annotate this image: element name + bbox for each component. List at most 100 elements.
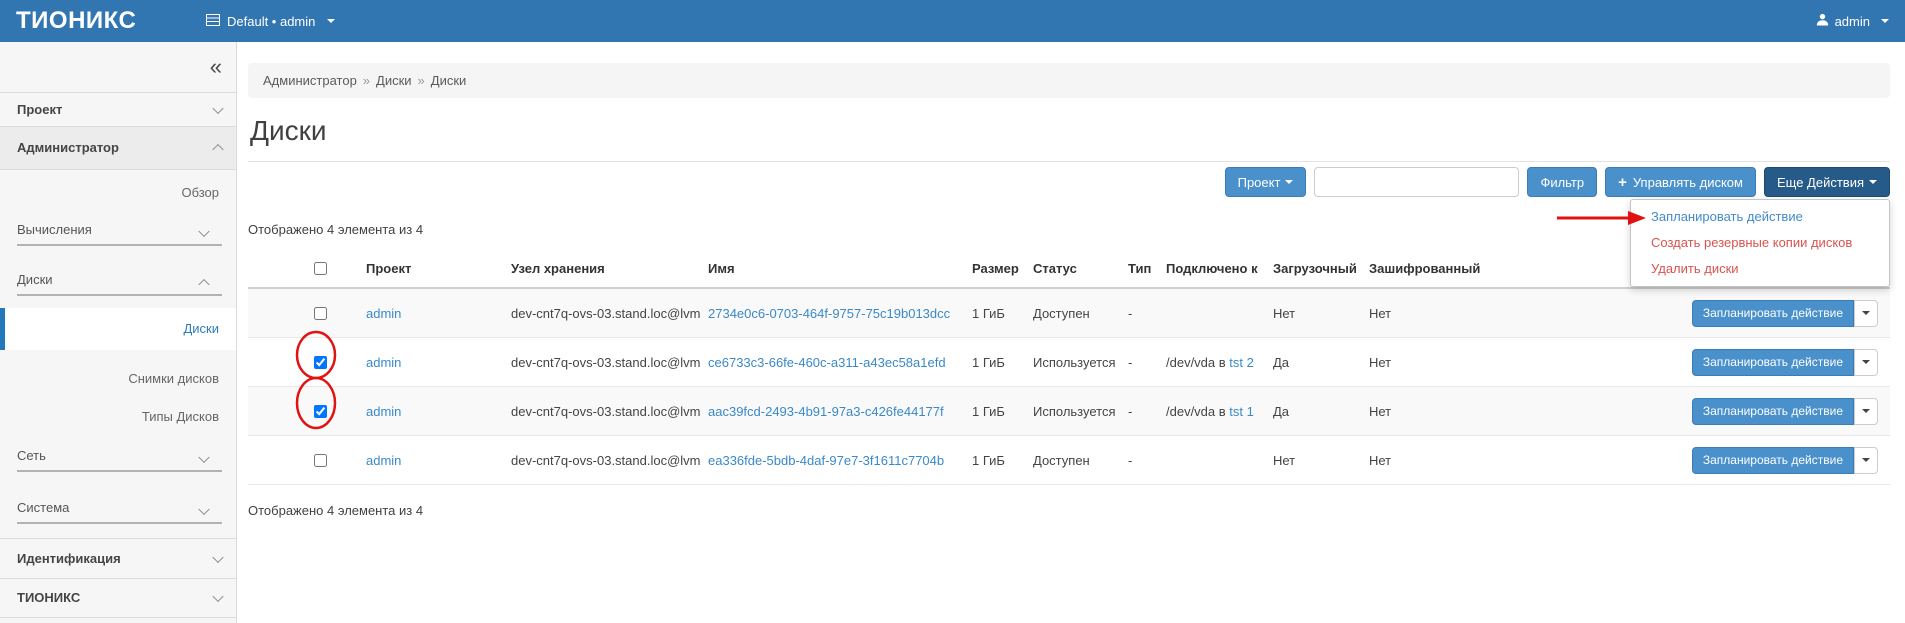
project-link[interactable]: admin bbox=[366, 355, 401, 370]
sidebar-group-compute[interactable]: Вычисления bbox=[17, 222, 222, 246]
page-title: Диски bbox=[250, 112, 1890, 150]
table-row: admin dev-cnt7q-ovs-03.stand.loc@lvm#lvm… bbox=[248, 387, 1890, 436]
search-input[interactable] bbox=[1314, 167, 1519, 197]
chevron-down-icon bbox=[1285, 180, 1293, 184]
table-row: admin dev-cnt7q-ovs-03.stand.loc@lvm#lvm… bbox=[248, 288, 1890, 338]
project-filter-button[interactable]: Проект bbox=[1225, 167, 1307, 197]
page-title-divider bbox=[248, 161, 1890, 162]
sidebar-section-admin[interactable]: Администратор bbox=[0, 127, 236, 170]
breadcrumb-separator: » bbox=[363, 73, 370, 88]
chevron-down-icon bbox=[327, 19, 335, 23]
volume-name-link[interactable]: 2734e0c6-0703-464f-9757-75c19b013dcc bbox=[708, 306, 950, 321]
attached-cell bbox=[1158, 288, 1265, 338]
sidebar-group-network[interactable]: Сеть bbox=[17, 448, 222, 472]
filter-button[interactable]: Фильтр bbox=[1527, 167, 1597, 197]
sidebar-item-volume-types[interactable]: Типы Дисков bbox=[0, 404, 236, 430]
col-header-encrypted: Зашифрованный bbox=[1361, 250, 1491, 288]
schedule-action-button[interactable]: Запланировать действие bbox=[1692, 300, 1854, 327]
chevron-up-icon bbox=[198, 279, 209, 290]
schedule-action-button[interactable]: Запланировать действие bbox=[1692, 398, 1854, 425]
chevron-down-icon bbox=[1862, 458, 1870, 462]
bootable-cell: Нет bbox=[1265, 436, 1361, 485]
sidebar-section-identity[interactable]: Идентификация bbox=[0, 538, 236, 579]
sidebar-item-volume-snapshots[interactable]: Снимки дисков bbox=[0, 366, 236, 392]
bootable-cell: Да bbox=[1265, 338, 1361, 387]
menu-item-delete-volumes[interactable]: Удалить диски bbox=[1631, 256, 1889, 282]
encrypted-cell: Нет bbox=[1361, 288, 1491, 338]
status-cell: Доступен bbox=[1025, 288, 1120, 338]
host-cell: dev-cnt7q-ovs-03.stand.loc@lvm#lvm bbox=[503, 288, 700, 338]
col-header-status: Статус bbox=[1025, 250, 1120, 288]
chevron-down-icon bbox=[198, 504, 209, 515]
sidebar-item-overview[interactable]: Обзор bbox=[0, 178, 236, 208]
sidebar-item-volumes[interactable]: Диски bbox=[0, 308, 236, 350]
row-actions-dropdown-button[interactable] bbox=[1854, 447, 1878, 474]
volume-name-link[interactable]: aac39fcd-2493-4b91-97a3-c426fe44177f bbox=[708, 404, 944, 419]
row-checkbox[interactable] bbox=[314, 405, 327, 418]
row-actions-dropdown-button[interactable] bbox=[1854, 349, 1878, 376]
sidebar-section-project[interactable]: Проект bbox=[0, 93, 236, 127]
menu-item-create-backups[interactable]: Создать резервные копии дисков bbox=[1631, 230, 1889, 256]
schedule-action-button[interactable]: Запланировать действие bbox=[1692, 447, 1854, 474]
volume-name-link[interactable]: ce6733c3-66fe-460c-a311-a43ec58a1efd bbox=[708, 355, 946, 370]
chevron-down-icon bbox=[212, 551, 223, 562]
sidebar-collapse-row: « bbox=[0, 42, 236, 93]
chevron-down-icon bbox=[1862, 360, 1870, 364]
col-header-size: Размер bbox=[964, 250, 1025, 288]
project-link[interactable]: admin bbox=[366, 404, 401, 419]
size-cell: 1 ГиБ bbox=[964, 436, 1025, 485]
row-actions-dropdown-button[interactable] bbox=[1854, 398, 1878, 425]
instance-link[interactable]: tst 1 bbox=[1229, 404, 1254, 419]
attached-cell: /dev/vda в tst 2 bbox=[1158, 338, 1265, 387]
status-cell: Используется bbox=[1025, 387, 1120, 436]
main-content: Администратор » Диски » Диски Диски Проект Ф… bbox=[238, 42, 1905, 623]
context-switcher[interactable]: Default • admin bbox=[206, 14, 335, 29]
type-cell: - bbox=[1120, 288, 1158, 338]
encrypted-cell: Нет bbox=[1361, 338, 1491, 387]
chevron-down-icon bbox=[212, 591, 223, 602]
chevron-down-icon bbox=[1869, 180, 1877, 184]
project-link[interactable]: admin bbox=[366, 306, 401, 321]
attached-cell: /dev/vda в tst 1 bbox=[1158, 387, 1265, 436]
manage-volume-button[interactable]: + Управлять диском bbox=[1605, 167, 1756, 197]
user-menu-label: admin bbox=[1835, 14, 1870, 29]
chevron-down-icon bbox=[1881, 19, 1889, 23]
size-cell: 1 ГиБ bbox=[964, 288, 1025, 338]
table-row: admin dev-cnt7q-ovs-03.stand.loc@lvm#lvm… bbox=[248, 338, 1890, 387]
menu-item-schedule-action[interactable]: Запланировать действие bbox=[1631, 204, 1889, 230]
user-icon bbox=[1816, 13, 1829, 29]
type-cell: - bbox=[1120, 338, 1158, 387]
user-menu[interactable]: admin bbox=[1816, 13, 1905, 29]
chevron-up-icon bbox=[212, 144, 223, 155]
breadcrumb-item-admin[interactable]: Администратор bbox=[263, 73, 357, 88]
schedule-action-button[interactable]: Запланировать действие bbox=[1692, 349, 1854, 376]
tionix-logo[interactable]: ТИОНИКС bbox=[0, 7, 206, 35]
more-actions-button[interactable]: Еще Действия bbox=[1764, 167, 1890, 197]
project-link[interactable]: admin bbox=[366, 453, 401, 468]
col-header-name: Имя bbox=[700, 250, 964, 288]
breadcrumb: Администратор » Диски » Диски bbox=[248, 63, 1890, 98]
breadcrumb-item-current: Диски bbox=[431, 73, 467, 88]
breadcrumb-separator: » bbox=[418, 73, 425, 88]
row-checkbox[interactable] bbox=[314, 356, 327, 369]
sidebar-collapse-button[interactable]: « bbox=[210, 56, 222, 78]
sidebar-group-system[interactable]: Система bbox=[17, 500, 222, 524]
col-header-type: Тип bbox=[1120, 250, 1158, 288]
top-header: ТИОНИКС Default • admin admin bbox=[0, 0, 1905, 42]
breadcrumb-item-volumes-group[interactable]: Диски bbox=[376, 73, 412, 88]
status-cell: Доступен bbox=[1025, 436, 1120, 485]
host-cell: dev-cnt7q-ovs-03.stand.loc@lvm#lvm bbox=[503, 436, 700, 485]
row-actions-dropdown-button[interactable] bbox=[1854, 300, 1878, 327]
type-cell: - bbox=[1120, 387, 1158, 436]
sidebar-group-volumes[interactable]: Диски bbox=[17, 272, 222, 296]
volume-name-link[interactable]: ea336fde-5bdb-4daf-97e7-3f1611c7704b bbox=[708, 453, 944, 468]
sidebar-section-tionix[interactable]: ТИОНИКС bbox=[0, 579, 236, 618]
table-row: admin dev-cnt7q-ovs-03.stand.loc@lvm#lvm… bbox=[248, 436, 1890, 485]
row-checkbox[interactable] bbox=[314, 454, 327, 467]
instance-link[interactable]: tst 2 bbox=[1229, 355, 1254, 370]
col-header-attached: Подключено к bbox=[1158, 250, 1265, 288]
attached-cell bbox=[1158, 436, 1265, 485]
chevron-down-icon bbox=[1862, 311, 1870, 315]
row-checkbox[interactable] bbox=[314, 307, 327, 320]
select-all-checkbox[interactable] bbox=[314, 262, 327, 275]
